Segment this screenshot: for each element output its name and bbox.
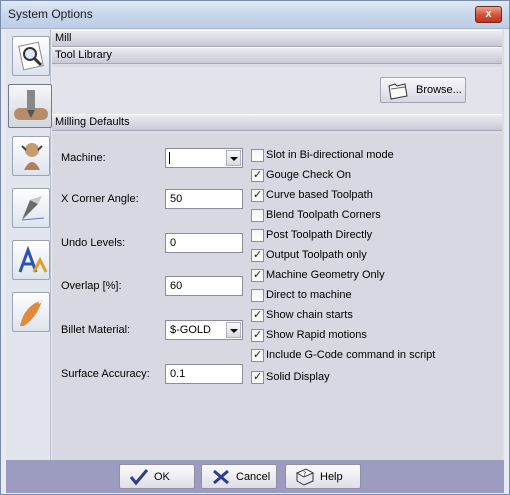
checkbox[interactable] bbox=[251, 348, 264, 362]
svg-text:?: ? bbox=[303, 471, 306, 478]
title-bar: System Options x bbox=[1, 1, 509, 29]
text-cursor bbox=[169, 152, 170, 164]
system-options-window: System Options x Mill Tool Library Brows… bbox=[0, 0, 510, 495]
surface-accuracy-input[interactable]: 0.1 bbox=[165, 364, 243, 384]
checkbox[interactable] bbox=[251, 370, 264, 384]
ok-button-label: OK bbox=[154, 471, 170, 483]
checkbox[interactable] bbox=[251, 209, 264, 222]
machine-label: Machine: bbox=[61, 152, 106, 164]
option-label: Machine Geometry Only bbox=[266, 269, 385, 281]
option-label: Direct to machine bbox=[266, 289, 352, 301]
help-button[interactable]: ? Help bbox=[285, 464, 361, 489]
option-label: Solid Display bbox=[266, 371, 330, 383]
browse-button[interactable]: Browse... bbox=[380, 77, 466, 103]
surface-accuracy-label: Surface Accuracy: bbox=[61, 368, 150, 380]
sidebar-statue-button[interactable] bbox=[12, 136, 50, 176]
pen-nib-icon bbox=[21, 196, 45, 221]
milling-defaults-panel: Machine: X Corner Angle: 50 Undo Levels:… bbox=[52, 134, 502, 460]
help-button-label: Help bbox=[320, 471, 343, 483]
ok-button[interactable]: OK bbox=[119, 464, 195, 489]
tool-library-panel: Browse... bbox=[52, 67, 502, 115]
checkmark-icon bbox=[129, 469, 149, 486]
checkbox[interactable] bbox=[251, 229, 264, 242]
window-title: System Options bbox=[8, 7, 93, 21]
search-document-icon bbox=[18, 41, 44, 71]
option-label: Blend Toolpath Corners bbox=[266, 209, 381, 221]
section-header-milling-defaults[interactable]: Milling Defaults bbox=[52, 114, 502, 131]
sidebar-mill-button[interactable] bbox=[8, 84, 52, 128]
checkbox[interactable] bbox=[251, 188, 264, 202]
section-header-mill[interactable]: Mill bbox=[52, 30, 502, 47]
option-label: Output Toolpath only bbox=[266, 249, 367, 261]
statue-icon bbox=[21, 143, 43, 170]
checkbox[interactable] bbox=[251, 248, 264, 262]
billet-material-value: $-GOLD bbox=[170, 324, 211, 336]
checkbox[interactable] bbox=[251, 268, 264, 282]
cancel-button[interactable]: Cancel bbox=[201, 464, 277, 489]
checkbox[interactable] bbox=[251, 328, 264, 342]
mill-tool-icon bbox=[14, 90, 48, 120]
chevron-down-icon[interactable] bbox=[226, 150, 241, 166]
option-label: Show chain starts bbox=[266, 309, 353, 321]
options-panel: Mill Tool Library Browse... Milling Defa… bbox=[52, 30, 504, 460]
option-label: Show Rapid motions bbox=[266, 329, 367, 341]
x-corner-angle-label: X Corner Angle: bbox=[61, 193, 139, 205]
sidebar-search-button[interactable] bbox=[12, 36, 50, 76]
cross-icon bbox=[213, 469, 229, 485]
sidebar bbox=[6, 30, 52, 460]
option-label: Post Toolpath Directly bbox=[266, 229, 373, 241]
checkbox[interactable] bbox=[251, 149, 264, 162]
sidebar-pen-button[interactable] bbox=[12, 188, 50, 228]
undo-levels-label: Undo Levels: bbox=[61, 237, 126, 249]
overlap-input[interactable]: 60 bbox=[165, 276, 243, 296]
option-label: Curve based Toolpath bbox=[266, 189, 373, 201]
close-button[interactable]: x bbox=[475, 6, 502, 23]
option-label: Gouge Check On bbox=[266, 169, 351, 181]
checkbox[interactable] bbox=[251, 289, 264, 302]
button-bar: OK Cancel ? Help bbox=[6, 460, 504, 493]
carving-blade-icon bbox=[20, 300, 42, 326]
option-label: Include G-Code command in script bbox=[266, 349, 436, 361]
checkbox[interactable] bbox=[251, 308, 264, 322]
checkbox[interactable] bbox=[251, 168, 264, 182]
chevron-down-icon[interactable] bbox=[226, 322, 241, 338]
browse-button-label: Browse... bbox=[416, 84, 462, 96]
folder-open-icon bbox=[388, 83, 408, 100]
billet-material-label: Billet Material: bbox=[61, 324, 131, 336]
overlap-label: Overlap [%]: bbox=[61, 280, 122, 292]
text-style-icon bbox=[18, 245, 48, 273]
section-header-tool-library[interactable]: Tool Library bbox=[52, 47, 502, 64]
cancel-button-label: Cancel bbox=[236, 471, 271, 483]
machine-select[interactable] bbox=[165, 148, 243, 168]
option-label: Slot in Bi-directional mode bbox=[266, 149, 394, 161]
help-book-icon: ? bbox=[295, 468, 315, 486]
sidebar-text-button[interactable] bbox=[12, 240, 50, 280]
sidebar-blade-button[interactable] bbox=[12, 292, 50, 332]
x-corner-angle-input[interactable]: 50 bbox=[165, 189, 243, 209]
billet-material-select[interactable]: $-GOLD bbox=[165, 320, 243, 340]
undo-levels-input[interactable]: 0 bbox=[165, 233, 243, 253]
